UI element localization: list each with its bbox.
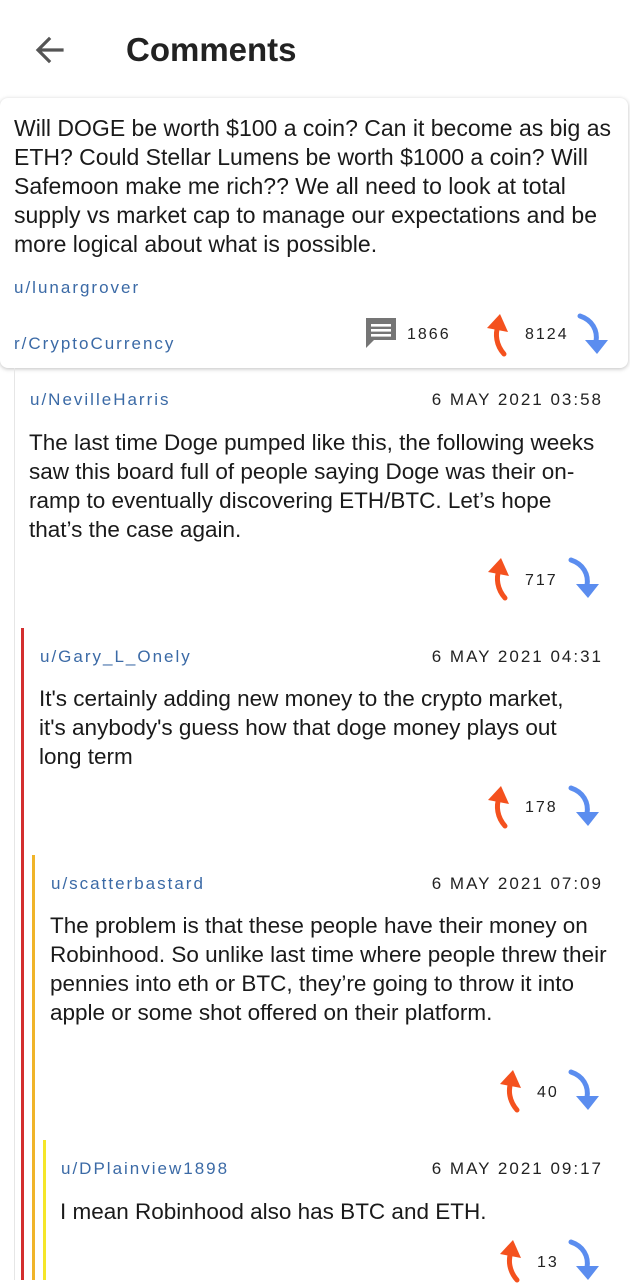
upvote-arrow-icon[interactable]: [483, 556, 525, 602]
upvote-arrow-icon[interactable]: [495, 1068, 537, 1114]
page-title: Comments: [126, 31, 297, 68]
thread-line-level-2: [32, 855, 35, 1280]
comment-thread: u/NevilleHarris 6 MAY 2021 03:58 The las…: [14, 368, 630, 1283]
comment-author-link[interactable]: u/scatterbastard: [51, 874, 205, 894]
comment-score: 13: [537, 1254, 559, 1271]
comment-score: 40: [537, 1084, 559, 1101]
post-score: 8124: [525, 326, 569, 343]
comment-count: 1866: [407, 326, 451, 343]
comment-icon[interactable]: [362, 314, 400, 352]
post-author-link[interactable]: u/lunargrover: [14, 278, 140, 298]
downvote-arrow-icon[interactable]: [567, 1238, 605, 1280]
upvote-arrow-icon[interactable]: [483, 784, 525, 830]
subreddit-link[interactable]: r/CryptoCurrency: [14, 334, 175, 354]
comment-score: 717: [525, 572, 558, 589]
comment-author-link[interactable]: u/DPlainview1898: [61, 1159, 229, 1179]
comment-body: I mean Robinhood also has BTC and ETH.: [60, 1199, 487, 1224]
comment-author-link[interactable]: u/Gary_L_Onely: [40, 647, 192, 667]
thread-line-level-3: [43, 1140, 46, 1280]
post-text: Will DOGE be worth $100 a coin? Can it b…: [14, 115, 612, 257]
downvote-arrow-icon[interactable]: [567, 556, 605, 600]
arrow-left-icon[interactable]: [30, 30, 70, 70]
comment-body: The last time Doge pumped like this, the…: [29, 430, 595, 542]
comment-date: 6 MAY 2021 07:09: [431, 874, 603, 893]
comment-score: 178: [525, 799, 558, 816]
comment-author-link[interactable]: u/NevilleHarris: [30, 390, 171, 410]
comment-body: It's certainly adding new money to the c…: [39, 686, 564, 769]
downvote-arrow-icon[interactable]: [567, 784, 605, 828]
post-card: Will DOGE be worth $100 a coin? Can it b…: [0, 98, 628, 368]
thread-line-level-1: [21, 628, 24, 1280]
comment-date: 6 MAY 2021 09:17: [431, 1159, 603, 1178]
upvote-arrow-icon[interactable]: [482, 312, 524, 358]
comment-body: The problem is that these people have th…: [50, 913, 607, 1025]
comment-date: 6 MAY 2021 04:31: [431, 647, 603, 666]
downvote-arrow-icon[interactable]: [567, 1068, 605, 1112]
comment-date: 6 MAY 2021 03:58: [431, 390, 603, 409]
downvote-arrow-icon[interactable]: [576, 312, 614, 356]
upvote-arrow-icon[interactable]: [495, 1238, 537, 1284]
app-bar: Comments: [0, 0, 630, 100]
